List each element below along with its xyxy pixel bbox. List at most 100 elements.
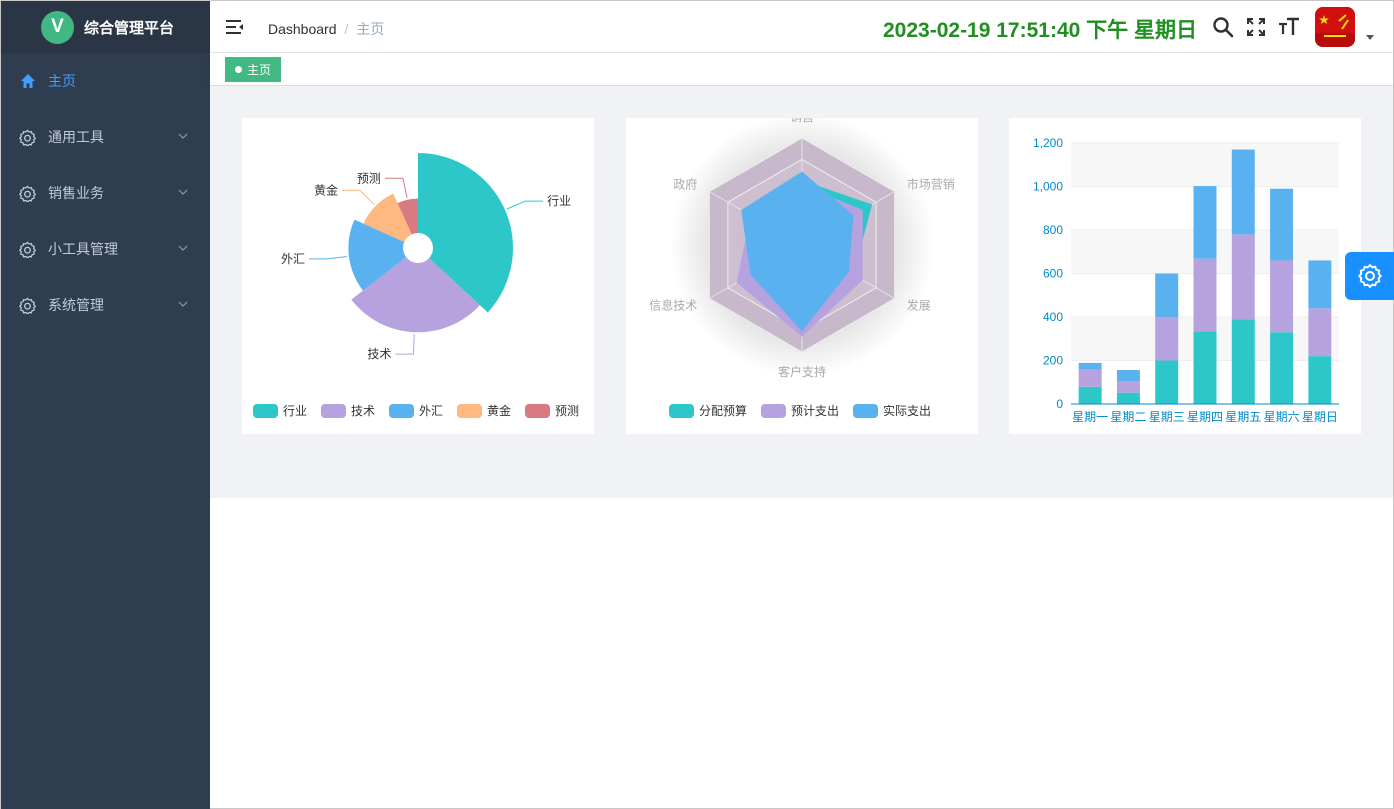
y-tick-label: 200 [1043,354,1063,368]
navbar: Dashboard / 主页 2023-02-19 17:51:40 下午 星期日 [210,1,1393,53]
legend-swatch [389,404,414,418]
pie-label-line [384,177,408,198]
bar-segment [1155,360,1179,404]
gear-icon [19,297,36,314]
legend-swatch [853,404,878,418]
home-icon [19,73,36,90]
radar-indicator-label: 发展 [907,298,931,313]
chevron-down-icon [178,301,188,307]
y-tick-label: 800 [1043,223,1063,237]
active-dot-icon [235,66,242,73]
fullscreen-icon[interactable] [1245,16,1267,38]
radar-chart[interactable]: 销售市场营销发展客户支持 信息技术 政府分配预算 预计支出 实际支出 [626,118,978,434]
pie-chart-card: 行业 技术 外汇 黄金 预测 行业 技术 外汇 黄金 预测 [242,118,594,434]
user-avatar[interactable] [1315,7,1355,47]
bar-segment [1270,332,1294,404]
sidebar-item-home[interactable]: 主页 [1,53,210,109]
settings-button[interactable] [1345,252,1394,300]
vue-logo-icon: V [41,10,74,44]
breadcrumb-current: 主页 [356,21,385,37]
bar-segment [1270,260,1294,333]
legend-swatch [457,404,482,418]
sidebar-item-label: 主页 [48,73,76,89]
sidebar: V 综合管理平台 主页 通用工具 销售业务 小工具管理 系统管理 [1,1,210,809]
search-icon[interactable] [1212,16,1234,38]
radar-chart-card: 销售市场营销发展客户支持 信息技术 政府分配预算 预计支出 实际支出 [626,118,978,434]
legend-label: 外汇 [419,404,443,418]
chevron-down-icon [178,189,188,195]
bar-segment [1155,273,1179,317]
sidebar-item-general-tools[interactable]: 通用工具 [1,109,210,165]
tags-view: 主页 [210,53,1393,86]
pie-label-line [395,334,415,355]
app-window: V 综合管理平台 主页 通用工具 销售业务 小工具管理 系统管理 Dashboa… [0,0,1394,809]
legend-swatch [253,404,278,418]
bar-segment [1116,392,1140,404]
pie-label-line [309,256,347,260]
gear-icon [19,241,36,258]
bar-segment [1231,319,1255,404]
pie-label: 外汇 [281,252,305,266]
chevron-down-icon[interactable] [1366,35,1374,40]
gear-icon [19,129,36,146]
radar-indicator-label: 信息技术 [649,298,697,313]
font-size-icon[interactable] [1278,16,1300,38]
breadcrumb: Dashboard / 主页 [268,19,384,39]
y-tick-label: 600 [1043,267,1063,281]
sidebar-item-system[interactable]: 系统管理 [1,277,210,333]
sidebar-item-widgets[interactable]: 小工具管理 [1,221,210,277]
bar-segment [1078,362,1102,370]
legend-label: 预计支出 [791,404,839,418]
legend-swatch [321,404,346,418]
hamburger-icon[interactable] [226,18,244,36]
pie-label-line [342,189,375,205]
pie-label: 技术 [367,347,391,361]
pie-label: 预测 [357,171,381,185]
legend-label: 行业 [283,404,307,418]
bar-segment [1231,234,1255,320]
pie-label: 行业 [547,194,571,208]
y-tick-label: 1,200 [1033,136,1063,150]
legend-swatch [525,404,550,418]
bar-segment [1078,369,1102,387]
bar-segment [1155,317,1179,361]
bar-segment [1308,308,1332,357]
sidebar-item-label: 小工具管理 [48,241,118,257]
bar-segment [1308,356,1332,404]
x-tick-label: 星期一 [1072,410,1108,424]
legend-label: 技术 [351,404,375,418]
chevron-down-icon [178,133,188,139]
sidebar-item-sales[interactable]: 销售业务 [1,165,210,221]
radar-indicator-label: 市场营销 [907,177,955,192]
tag-home[interactable]: 主页 [225,57,282,82]
radar-indicator-label: 政府 [673,177,697,192]
bar-segment [1078,386,1102,404]
sidebar-item-label: 通用工具 [48,129,104,145]
breadcrumb-dashboard[interactable]: Dashboard [268,21,337,37]
legend-label: 预测 [555,404,579,418]
tag-label: 主页 [247,63,272,77]
y-tick-label: 400 [1043,310,1063,324]
gear-icon [19,185,36,202]
bar-segment [1193,186,1217,259]
bar-segment [1231,149,1255,235]
x-tick-label: 星期六 [1264,410,1300,424]
y-tick-label: 0 [1056,397,1063,411]
bar-segment [1193,258,1217,332]
y-tick-label: 1,000 [1033,180,1063,194]
chevron-down-icon [178,245,188,251]
bar-chart-card: 0 200 400 600 800 1,000 1,200 星期一 星期二 星期三 星期四 星期五 星期… [1009,118,1361,434]
pie-label: 黄金 [314,182,338,197]
bar-chart[interactable]: 02004006008001,0001,200星期一 星期二 星期三 星期四 星期五 星期… [1009,118,1361,434]
legend-label: 实际支出 [883,403,931,418]
x-tick-label: 星期日 [1302,410,1338,424]
x-tick-label: 星期五 [1225,410,1261,424]
pie-chart[interactable]: 行业技术外汇黄金预测行业 技术 外汇 黄金 预测 [242,118,594,434]
radar-indicator-label: 客户支持 [778,364,826,379]
bar-segment [1116,381,1140,393]
logo[interactable]: V 综合管理平台 [1,1,210,53]
x-tick-label: 星期三 [1149,410,1185,424]
gear-icon [1358,264,1382,288]
sidebar-item-label: 系统管理 [48,297,104,313]
grid-band [1071,143,1339,187]
